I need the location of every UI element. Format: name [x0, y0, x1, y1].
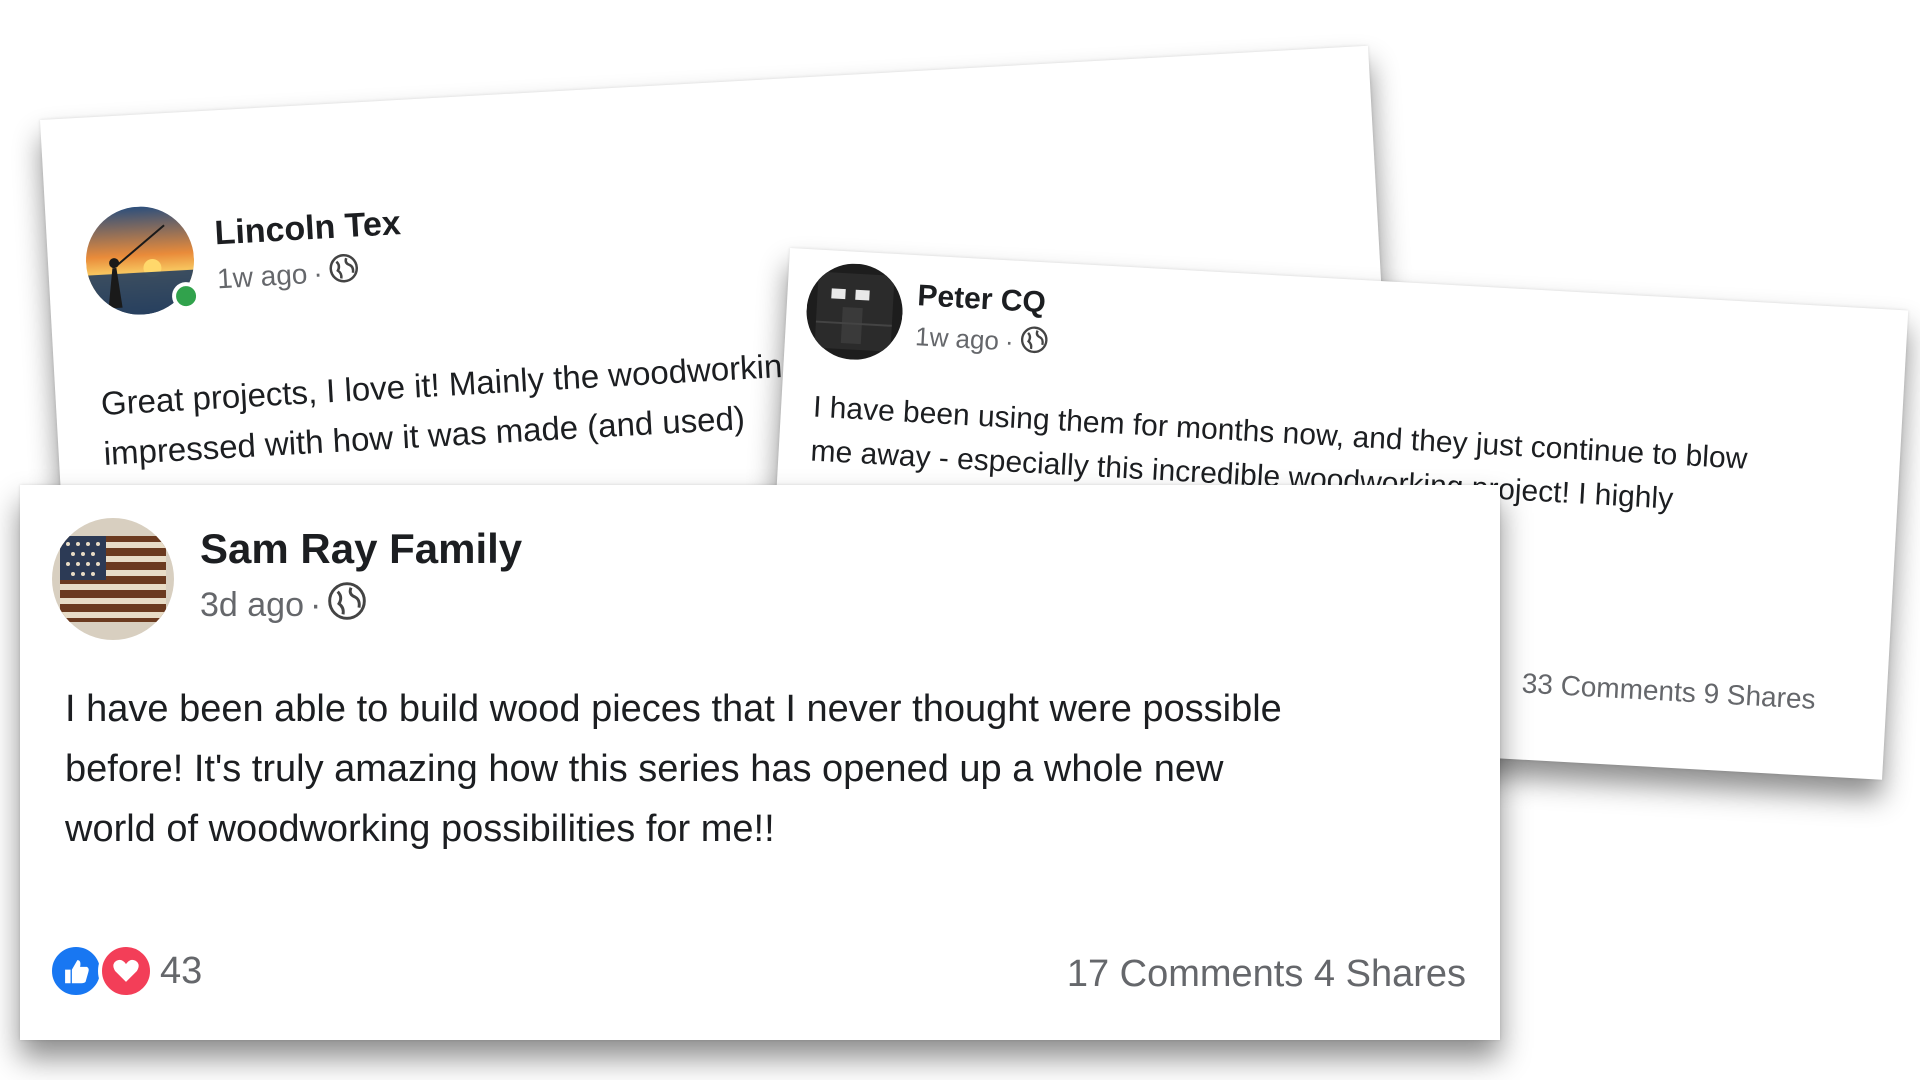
globe-icon [1019, 325, 1049, 362]
meta-separator: · [1004, 326, 1015, 357]
post-body-line: before! It's truly amazing how this seri… [65, 748, 1224, 790]
post-time[interactable]: 1w ago [216, 258, 308, 295]
globe-icon [328, 252, 360, 291]
reaction-summary[interactable]: 43 [48, 943, 202, 999]
post-meta: 3d ago · [200, 581, 367, 630]
reaction-count: 43 [160, 949, 203, 992]
globe-icon [327, 581, 367, 630]
author-name[interactable]: Lincoln Tex [214, 204, 402, 253]
engagement-stats[interactable]: 17 Comments 4 Shares [1067, 953, 1466, 996]
avatar[interactable] [52, 518, 174, 640]
post-card-sam-ray-family: Sam Ray Family 3d ago · I have been able… [20, 485, 1500, 1040]
meta-separator: · [310, 586, 322, 624]
post-body-line: I have been able to build wood pieces th… [65, 688, 1282, 730]
author-name[interactable]: Sam Ray Family [200, 525, 522, 573]
workshop-photo [803, 261, 906, 363]
engagement-stats[interactable]: 33 Comments 9 Shares [1521, 668, 1816, 716]
online-status-indicator [171, 281, 201, 311]
meta-separator: · [312, 256, 324, 289]
love-icon [98, 943, 154, 999]
post-body-line: world of woodworking possibilities for m… [65, 808, 775, 850]
avatar[interactable] [803, 261, 906, 363]
post-time[interactable]: 1w ago [914, 321, 999, 357]
post-body: I have been able to build wood pieces th… [65, 679, 1282, 859]
post-meta: 1w ago · [914, 319, 1048, 361]
wooden-flag-photo [52, 518, 174, 640]
post-time[interactable]: 3d ago [200, 586, 304, 625]
post-meta: 1w ago · [216, 252, 359, 297]
like-icon [48, 943, 104, 999]
author-name[interactable]: Peter CQ [917, 279, 1047, 320]
